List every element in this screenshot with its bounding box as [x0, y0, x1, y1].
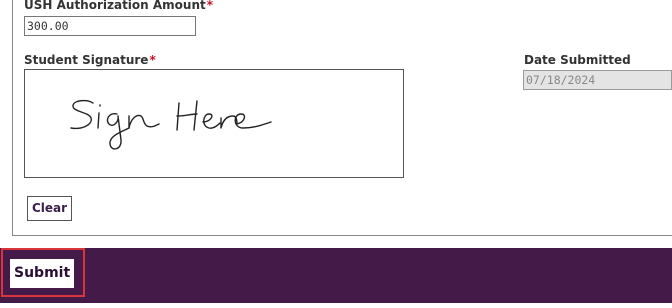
amount-label-text: USH Authorization Amount	[24, 0, 206, 12]
signature-drawing	[70, 99, 272, 150]
date-label-text: Date Submitted	[524, 53, 631, 67]
required-marker: *	[206, 0, 214, 12]
clear-signature-button[interactable]: Clear	[27, 196, 73, 221]
date-label: Date Submitted	[524, 53, 631, 67]
amount-label: USH Authorization Amount*	[24, 0, 213, 12]
submit-button[interactable]: Submit	[10, 259, 75, 288]
required-marker: *	[149, 53, 156, 67]
date-submitted-input	[523, 70, 672, 90]
amount-input[interactable]	[24, 16, 196, 36]
signature-label: Student Signature*	[24, 53, 156, 67]
footer-bar	[0, 248, 672, 303]
signature-label-text: Student Signature	[24, 53, 149, 67]
signature-pad[interactable]	[24, 69, 404, 178]
